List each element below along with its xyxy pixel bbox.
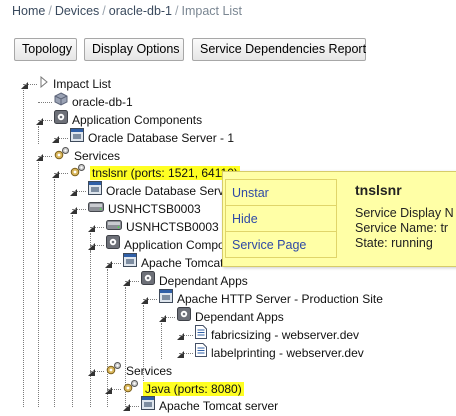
- tree-row-label[interactable]: oracle-db-1: [72, 95, 133, 109]
- window-icon: [70, 128, 84, 147]
- tree-row-label[interactable]: fabricsizing - webserver.dev: [211, 328, 359, 342]
- service-popup: Unstar Hide Service Page tnslsnr Service…: [222, 171, 456, 267]
- tree-guide-line: [90, 251, 91, 407]
- tree-connector-line: [90, 227, 104, 228]
- drive-icon: [106, 218, 122, 236]
- tree-row[interactable]: Java (ports: 8080): [123, 380, 244, 398]
- tree-connector-line: [23, 84, 37, 85]
- tree-connector-line: [143, 299, 157, 300]
- tree-connector-line: [107, 389, 121, 390]
- popup-menu: Unstar Hide Service Page: [225, 179, 337, 258]
- arrow-right-icon: [39, 75, 49, 93]
- tree-guide-line: [161, 323, 162, 359]
- tree-connector-line: [107, 263, 121, 264]
- tree-row[interactable]: oracle-db-1: [54, 92, 133, 111]
- tree-row-label[interactable]: USNHCTSB0003: [108, 202, 201, 216]
- gears-icon: [106, 361, 122, 380]
- tree-connector-line: [90, 245, 104, 246]
- popup-state: State: running: [355, 236, 433, 250]
- tree-row[interactable]: fabricsizing - webserver.dev: [195, 325, 359, 344]
- tree-row-label[interactable]: Dependant Apps: [159, 274, 248, 288]
- gear-box-icon: [106, 235, 120, 254]
- gears-icon: [54, 146, 70, 165]
- gear-box-icon: [141, 271, 155, 290]
- gear-box-icon: [177, 307, 191, 326]
- gears-icon: [70, 163, 86, 182]
- tree-guide-line: [38, 126, 39, 144]
- tree-row-label[interactable]: Application Components: [72, 113, 202, 127]
- tree-connector-line: [179, 335, 193, 336]
- tree-connector-line: [54, 138, 68, 139]
- popup-info: Service Display N Service Name: tr State…: [355, 206, 454, 251]
- tree-row[interactable]: Apache Tomcat server: [141, 396, 278, 415]
- popup-title: tnslsnr: [355, 182, 402, 198]
- tree-row[interactable]: USNHCTSB0003: [106, 218, 219, 236]
- document-icon: [195, 325, 207, 344]
- service-page-menu-item[interactable]: Service Page: [225, 231, 337, 258]
- tree-row[interactable]: labelprinting - webserver.dev: [195, 343, 364, 362]
- tree-row-label[interactable]: Impact List: [53, 77, 111, 91]
- tree-connector-line: [90, 371, 104, 372]
- tree-connector-line: [125, 281, 139, 282]
- tree-connector-line: [54, 173, 68, 174]
- unstar-menu-item[interactable]: Unstar: [225, 179, 337, 206]
- tree-row[interactable]: Apache HTTP Server - Production Site: [159, 289, 383, 308]
- tree-row[interactable]: Application Components: [54, 110, 202, 129]
- drive-icon: [88, 200, 104, 218]
- tree-connector-line: [179, 353, 193, 354]
- cube-icon: [54, 92, 68, 111]
- tree-row[interactable]: Dependant Apps: [177, 307, 284, 326]
- tree-row-label[interactable]: Apache HTTP Server - Production Site: [177, 292, 383, 306]
- tree-connector-line: [72, 191, 86, 192]
- tree-row-label[interactable]: Java (ports: 8080): [143, 382, 244, 396]
- tree-row[interactable]: Services: [106, 362, 172, 380]
- tree-row-label[interactable]: labelprinting - webserver.dev: [211, 346, 364, 360]
- window-icon: [123, 253, 137, 272]
- window-icon: [88, 181, 102, 200]
- tree-connector-line: [38, 156, 52, 157]
- tree-row-label[interactable]: Services: [126, 364, 172, 378]
- hide-menu-item[interactable]: Hide: [225, 205, 337, 232]
- tree-connector-line: [72, 209, 86, 210]
- window-icon: [159, 289, 173, 308]
- tree-guide-line: [72, 215, 73, 407]
- tree-row-label[interactable]: Oracle Database Server - 1: [88, 131, 234, 145]
- tree-connector-line: [38, 120, 52, 121]
- tree-row-label[interactable]: Services: [74, 149, 120, 163]
- tree-row[interactable]: Impact List: [39, 75, 111, 93]
- tree-row[interactable]: Dependant Apps: [141, 271, 248, 290]
- tree-row-label[interactable]: Apache Tomcat server: [159, 399, 278, 413]
- tree-row-label[interactable]: Dependant Apps: [195, 310, 284, 324]
- popup-service-name: Service Name: tr: [355, 221, 449, 235]
- tree-connector-line: [38, 102, 52, 103]
- tree-row-label[interactable]: tnslsnr (ports: 1521, 64110): [90, 166, 240, 180]
- tree-connector-line: [161, 317, 175, 318]
- document-icon: [195, 343, 207, 362]
- tree-row[interactable]: Services: [54, 147, 120, 165]
- tree-row[interactable]: tnslsnr (ports: 1521, 64110): [70, 164, 240, 182]
- tree-guide-line: [54, 179, 55, 407]
- tree-guide-line: [23, 90, 24, 407]
- window-icon: [141, 396, 155, 415]
- gears-icon: [123, 379, 139, 398]
- popup-display-name: Service Display N: [355, 206, 454, 220]
- tree-row-label[interactable]: USNHCTSB0003: [126, 220, 219, 234]
- tree-row[interactable]: USNHCTSB0003: [88, 200, 201, 218]
- tree-guide-line: [38, 162, 39, 407]
- gear-box-icon: [54, 110, 68, 129]
- tree-row[interactable]: Oracle Database Server - 1: [70, 128, 234, 147]
